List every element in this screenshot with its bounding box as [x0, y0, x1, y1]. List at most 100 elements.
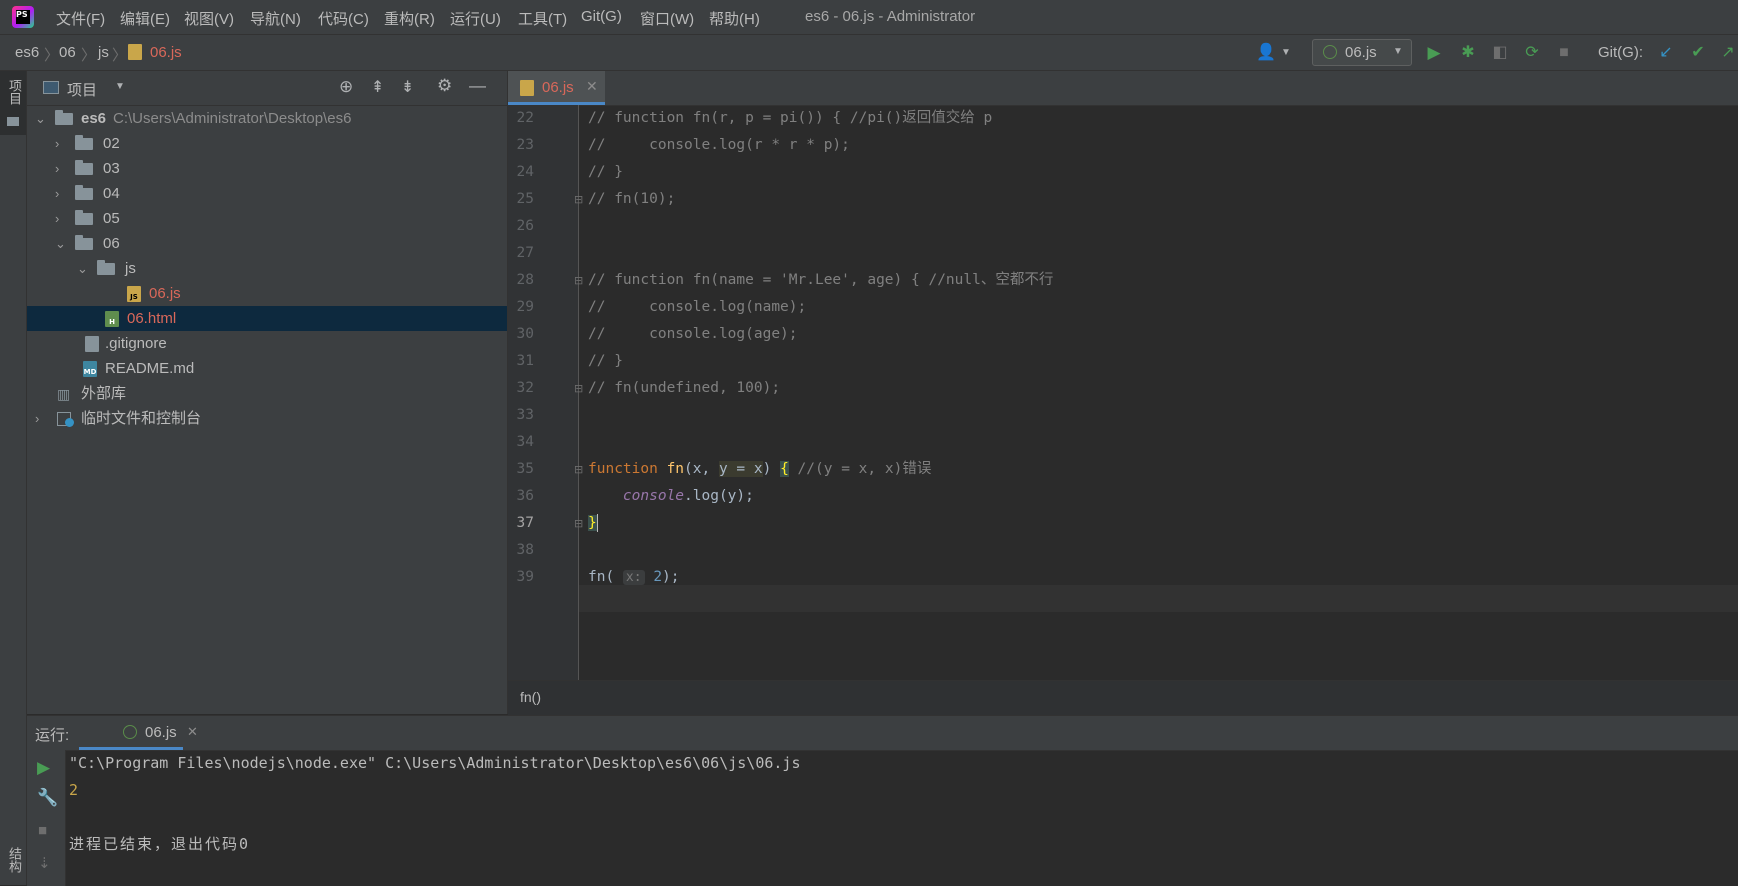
breadcrumb-06js[interactable]: 06.js	[150, 44, 182, 61]
code-line-32[interactable]: // fn(undefined, 100);	[588, 375, 780, 402]
fold-marker-icon[interactable]: ⊟	[574, 517, 583, 530]
line-number: 25	[516, 191, 534, 207]
tree-item-gitignore[interactable]: .gitignore	[27, 331, 507, 356]
locate-icon[interactable]: ⊕	[339, 77, 353, 97]
tree-item-06html[interactable]: H 06.html	[27, 306, 507, 331]
chevron-down-icon[interactable]: ⌄	[35, 106, 49, 131]
code-line-37[interactable]: }	[588, 510, 598, 537]
menu-git[interactable]: Git(G)	[581, 8, 622, 25]
git-label: Git(G):	[1598, 44, 1643, 61]
code-line-36[interactable]: console.log(y);	[588, 483, 754, 510]
code-default-param: y = x	[718, 461, 763, 477]
breadcrumb-js[interactable]: js	[98, 44, 109, 61]
close-icon[interactable]: ✕	[586, 78, 598, 95]
menu-tools[interactable]: 工具(T)	[518, 8, 567, 29]
function-crumb[interactable]: fn()	[520, 689, 541, 705]
run-tab-06js[interactable]: 06.js ✕	[79, 716, 198, 750]
menu-code[interactable]: 代码(C)	[318, 8, 369, 29]
code-brace-match: }	[588, 515, 597, 531]
minimize-icon[interactable]: —	[469, 76, 486, 96]
project-panel: 项目 ▼ ⊕ ⇞ ⇟ ⚙ — ⌄ es6 C:\Users\Administra…	[27, 71, 508, 714]
wrench-icon[interactable]: 🔧	[37, 788, 58, 808]
tree-item-04[interactable]: › 04	[27, 181, 507, 206]
code-line-25[interactable]: // fn(10);	[588, 186, 675, 213]
line-number: 32	[516, 380, 534, 396]
chevron-right-icon[interactable]: ›	[55, 206, 69, 231]
fold-marker-icon[interactable]: ⊟	[574, 274, 583, 287]
tab-06js[interactable]: 06.js ✕	[508, 71, 605, 105]
tree-item-external-libraries[interactable]: ▥ 外部库	[27, 381, 507, 406]
chevron-right-icon[interactable]: ›	[55, 131, 69, 156]
tree-item-03[interactable]: › 03	[27, 156, 507, 181]
run-icon[interactable]: ▶	[1424, 43, 1444, 63]
profile-icon[interactable]: ⟳	[1522, 43, 1542, 63]
menu-run[interactable]: 运行(U)	[450, 8, 501, 29]
editor-panel: 06.js ✕ 22 23 24 25 26 27 28 29 30 31 32…	[508, 71, 1738, 715]
code-line-24[interactable]: // }	[588, 159, 623, 186]
chevron-down-icon: ▼	[1393, 46, 1403, 57]
menu-navigate[interactable]: 导航(N)	[250, 8, 301, 29]
editor-tab-bar: 06.js ✕	[508, 71, 1738, 106]
breadcrumb-separator-icon: 〉	[44, 47, 60, 64]
close-icon[interactable]: ✕	[187, 724, 198, 740]
menu-edit[interactable]: 编辑(E)	[120, 8, 170, 29]
stop-icon[interactable]: ■	[38, 822, 47, 839]
chevron-down-icon[interactable]: ⌄	[77, 256, 91, 281]
menu-window[interactable]: 窗口(W)	[640, 8, 694, 29]
git-push-icon[interactable]: ↗	[1718, 43, 1738, 63]
chevron-down-icon[interactable]: ⌄	[55, 231, 69, 256]
run-panel-header: 运行: 06.js ✕	[27, 716, 1738, 751]
chevron-right-icon[interactable]: ›	[55, 156, 69, 181]
fold-marker-icon[interactable]: ⊟	[574, 193, 583, 206]
git-update-icon[interactable]: ↙	[1656, 43, 1676, 63]
structure-tab-label[interactable]: 结构	[5, 847, 24, 873]
menu-view[interactable]: 视图(V)	[184, 8, 234, 29]
chevron-down-icon[interactable]: ▼	[115, 81, 125, 92]
rerun-icon[interactable]: ▶	[37, 758, 50, 778]
code-comment: // function fn(r, p = pi()) { //pi()返回值交…	[588, 110, 993, 126]
fold-marker-icon[interactable]: ⊟	[574, 382, 583, 395]
code-line-35[interactable]: function fn(x, y = x) { //(y = x, x)错误	[588, 456, 931, 483]
tree-item-js[interactable]: ⌄ js	[27, 256, 507, 281]
code-line-28[interactable]: // function fn(name = 'Mr.Lee', age) { /…	[588, 267, 1053, 294]
code-line-39[interactable]: fn( x: 2);	[588, 564, 680, 591]
tree-item-readme[interactable]: MD README.md	[27, 356, 507, 381]
js-file-icon	[128, 44, 142, 60]
chevron-right-icon[interactable]: ›	[35, 406, 49, 431]
tree-item-06js[interactable]: JS 06.js	[27, 281, 507, 306]
code-comment: // console.log(age);	[588, 326, 798, 342]
gear-icon[interactable]: ⚙	[437, 76, 452, 96]
debug-icon[interactable]: ✱	[1458, 43, 1478, 63]
user-icon[interactable]: 👤	[1256, 43, 1276, 63]
git-commit-icon[interactable]: ✔	[1688, 43, 1708, 63]
tree-item-scratches[interactable]: › 临时文件和控制台	[27, 406, 507, 431]
chevron-down-icon[interactable]: ▼	[1276, 43, 1296, 63]
chevron-right-icon[interactable]: ›	[55, 181, 69, 206]
scroll-down-icon[interactable]: ⇣	[38, 854, 51, 872]
code-line-30[interactable]: // console.log(age);	[588, 321, 798, 348]
code-line-31[interactable]: // }	[588, 348, 623, 375]
parameter-hint: x:	[622, 570, 645, 585]
code-line-22[interactable]: // function fn(r, p = pi()) { //pi()返回值交…	[588, 105, 992, 132]
tree-item-es6[interactable]: ⌄ es6 C:\Users\Administrator\Desktop\es6	[27, 106, 507, 131]
expand-all-icon[interactable]: ⇞	[371, 77, 384, 97]
code-line-29[interactable]: // console.log(name);	[588, 294, 806, 321]
menu-refactor[interactable]: 重构(R)	[384, 8, 435, 29]
tree-item-06[interactable]: ⌄ 06	[27, 231, 507, 256]
menu-file[interactable]: 文件(F)	[56, 8, 105, 29]
fold-marker-icon[interactable]: ⊟	[574, 463, 583, 476]
breadcrumb-es6[interactable]: es6	[15, 44, 39, 61]
tree-item-02[interactable]: › 02	[27, 131, 507, 156]
project-panel-title[interactable]: 项目	[67, 79, 97, 100]
code-line-23[interactable]: // console.log(r * r * p);	[588, 132, 850, 159]
menu-help[interactable]: 帮助(H)	[709, 8, 760, 29]
coverage-icon[interactable]: ◧	[1490, 43, 1510, 63]
gitignore-file-icon	[85, 336, 99, 352]
project-tool-tab[interactable]: 项目	[0, 71, 26, 135]
stop-icon[interactable]: ■	[1554, 43, 1574, 63]
run-config-select[interactable]: 06.js ▼	[1312, 39, 1412, 66]
breadcrumb-06[interactable]: 06	[59, 44, 76, 61]
tree-item-05[interactable]: › 05	[27, 206, 507, 231]
collapse-all-icon[interactable]: ⇟	[401, 77, 414, 97]
navigation-bar: es6 〉 06 〉 js 〉 06.js 👤 ▼ 06.js ▼ ▶ ✱ ◧ …	[0, 35, 1738, 71]
